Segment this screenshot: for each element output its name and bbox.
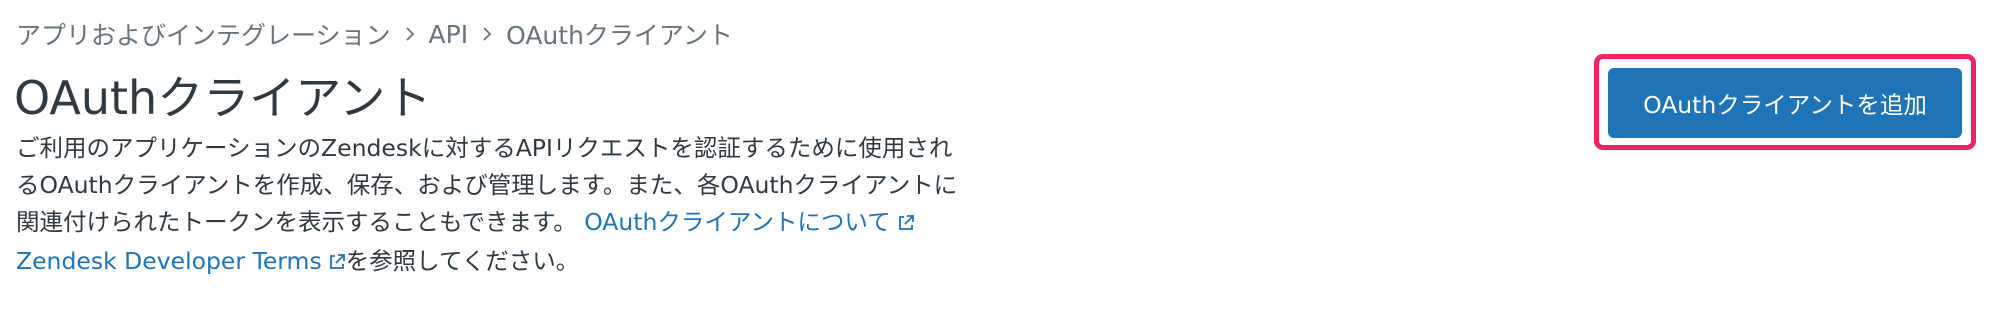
breadcrumb: アプリおよびインテグレーション API OAuthクライアント: [16, 16, 733, 52]
add-oauth-client-button[interactable]: OAuthクライアントを追加: [1608, 68, 1962, 138]
external-link-icon: [897, 206, 915, 243]
chevron-right-icon: [405, 26, 415, 42]
external-link-icon: [328, 245, 346, 282]
breadcrumb-item-api[interactable]: API: [429, 20, 469, 49]
oauth-clients-help-link-label: OAuthクライアントについて: [584, 208, 891, 236]
breadcrumb-item-current: OAuthクライアント: [506, 21, 733, 50]
developer-terms-link[interactable]: Zendesk Developer Terms: [16, 247, 346, 275]
description-line-4: Zendesk Developer Terms を参照してください。: [16, 243, 1026, 282]
page: アプリおよびインテグレーション API OAuthクライアント OAuthクライ…: [0, 0, 1999, 312]
page-title: OAuthクライアント: [14, 71, 432, 125]
description-line-2: るOAuthクライアントを作成、保存、および管理します。また、各OAuthクライ…: [16, 171, 958, 199]
page-description: ご利用のアプリケーションのZendeskに対するAPIリクエストを認証するために…: [16, 130, 1026, 282]
oauth-clients-help-link[interactable]: OAuthクライアントについて: [584, 208, 915, 236]
chevron-right-icon: [482, 26, 492, 42]
description-line-3-text: 関連付けられたトークンを表示することもできます。: [16, 208, 577, 236]
description-line-3: 関連付けられたトークンを表示することもできます。 OAuthクライアントについて: [16, 204, 1026, 243]
breadcrumb-item-apps-integrations[interactable]: アプリおよびインテグレーション: [16, 16, 391, 52]
description-line-4-suffix: を参照してください。: [345, 247, 580, 275]
description-line-1: ご利用のアプリケーションのZendeskに対するAPIリクエストを認証するために…: [16, 134, 953, 162]
developer-terms-link-label: Zendesk Developer Terms: [16, 247, 322, 275]
